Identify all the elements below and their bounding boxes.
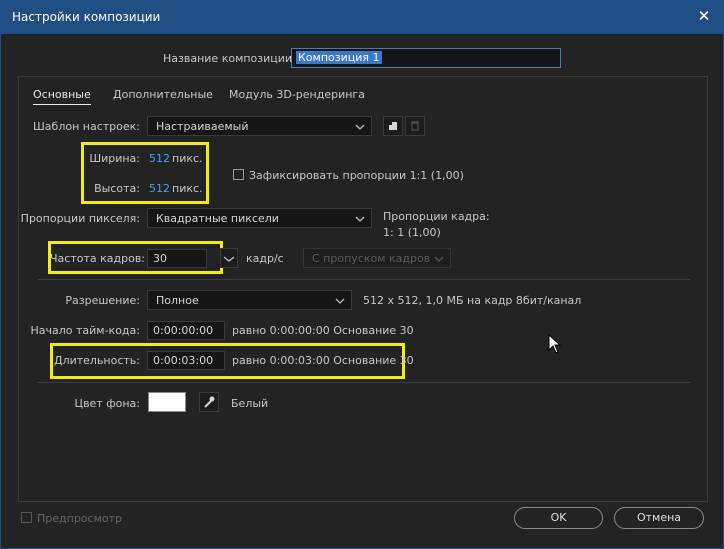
tab-advanced[interactable]: Дополнительные — [113, 88, 213, 101]
frame-aspect-value: 1: 1 (1,00) — [383, 226, 441, 239]
tab-3d-renderer[interactable]: Модуль 3D-рендеринга — [229, 88, 365, 101]
preset-select[interactable]: Настраиваемый — [147, 116, 372, 136]
chevron-down-icon — [335, 291, 345, 311]
background-color-swatch[interactable] — [148, 392, 186, 412]
frame-rate-dropdown[interactable] — [220, 248, 238, 268]
duration-label: Длительность: — [53, 354, 140, 367]
composition-name-label: Название композиции: — [163, 52, 296, 65]
width-label: Ширина: — [89, 152, 140, 165]
chevron-down-icon — [434, 249, 444, 269]
preset-value: Настраиваемый — [156, 120, 249, 133]
mouse-cursor-icon — [548, 333, 562, 357]
duration-info: равно 0:00:03:00 Основание 30 — [232, 354, 414, 367]
preview-checkbox[interactable] — [21, 512, 32, 523]
resolution-value: Полное — [156, 294, 199, 307]
eyedropper-icon[interactable] — [199, 392, 219, 412]
lock-aspect-checkbox[interactable] — [233, 169, 244, 180]
preview-label: Предпросмотр — [37, 512, 122, 525]
height-label: Высота: — [94, 182, 140, 195]
width-value[interactable]: 512 — [149, 152, 170, 165]
resolution-select[interactable]: Полное — [147, 290, 352, 310]
start-timecode-info: равно 0:00:00:00 Основание 30 — [232, 324, 414, 337]
drop-frame-value: С пропуском кадров — [312, 252, 431, 265]
start-timecode-label: Начало тайм-кода: — [30, 324, 140, 337]
background-color-label: Цвет фона: — [74, 397, 140, 410]
start-timecode-input[interactable]: 0:00:00:00 — [147, 321, 225, 340]
frame-rate-input[interactable]: 30 — [147, 249, 207, 268]
composition-name-input[interactable]: Композиция 1 — [291, 48, 561, 68]
save-preset-icon[interactable] — [383, 116, 403, 136]
separator — [38, 279, 690, 280]
window-title: Настройки композиции — [12, 10, 161, 24]
pixel-aspect-value: Квадратные пиксели — [156, 212, 279, 225]
ok-button[interactable]: OK — [514, 507, 603, 529]
preset-label: Шаблон настроек: — [33, 120, 140, 133]
composition-name-value: Композиция 1 — [296, 51, 382, 64]
chevron-down-icon — [355, 117, 365, 137]
resolution-info: 512 x 512, 1,0 МБ на кадр 8бит/канал — [363, 294, 582, 307]
pixel-aspect-label: Пропорции пикселя: — [20, 212, 140, 225]
lock-aspect-label: Зафиксировать пропорции 1:1 (1,00) — [249, 169, 464, 182]
drop-frame-select: С пропуском кадров — [303, 248, 451, 268]
separator — [38, 382, 690, 383]
pixel-aspect-select[interactable]: Квадратные пиксели — [147, 208, 372, 228]
background-color-name: Белый — [231, 397, 269, 410]
tab-basic[interactable]: Основные — [33, 88, 91, 105]
frame-aspect-label: Пропорции кадра: — [383, 210, 490, 223]
duration-input[interactable]: 0:00:03:00 — [147, 351, 225, 370]
height-value[interactable]: 512 — [149, 182, 170, 195]
height-unit: пикс. — [172, 182, 203, 195]
frame-rate-label: Частота кадров: — [50, 252, 146, 265]
width-unit: пикс. — [172, 152, 203, 165]
chevron-down-icon — [355, 209, 365, 229]
delete-preset-icon[interactable] — [405, 116, 425, 136]
frame-rate-unit: кадр/с — [246, 252, 284, 265]
settings-group — [18, 76, 708, 502]
resolution-label: Разрешение: — [65, 294, 140, 307]
cancel-button[interactable]: Отмена — [614, 507, 704, 529]
close-icon[interactable]: ✕ — [694, 6, 714, 26]
